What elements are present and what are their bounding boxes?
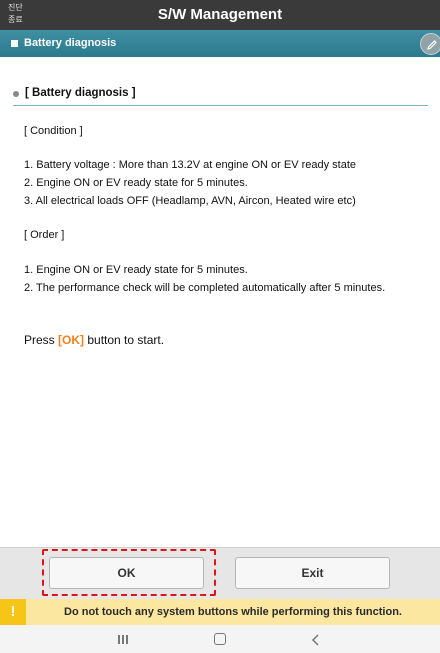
section-header-bar: Battery diagnosis [0, 30, 440, 57]
press-ok-instruction: Press [OK] button to start. [24, 333, 164, 347]
page-title: S/W Management [157, 6, 283, 23]
home-icon[interactable] [214, 633, 226, 645]
pencil-icon[interactable] [420, 33, 440, 55]
warning-text: Do not touch any system buttons while pe… [64, 606, 402, 618]
condition-item-3: 3. All electrical loads OFF (Headlamp, A… [24, 195, 356, 207]
section-title: Battery diagnosis [24, 37, 117, 49]
press-ok-highlight: [OK] [58, 333, 85, 347]
top-bar: 진단 종료 S/W Management [0, 0, 440, 30]
order-item-1: 1. Engine ON or EV ready state for 5 min… [24, 264, 248, 276]
section-square-icon [11, 40, 18, 47]
order-item-2: 2. The performance check will be complet… [24, 282, 386, 294]
system-nav-bar [0, 625, 440, 653]
press-suffix: button to start. [84, 333, 165, 347]
recent-apps-icon[interactable] [116, 633, 130, 645]
ok-button[interactable]: OK [49, 557, 204, 589]
order-label: [ Order ] [24, 229, 65, 241]
condition-label: [ Condition ] [24, 125, 83, 137]
condition-item-1: 1. Battery voltage : More than 13.2V at … [24, 159, 357, 171]
exit-button[interactable]: Exit [235, 557, 390, 589]
content-header: [ Battery diagnosis ] [13, 86, 428, 106]
content-title: [ Battery diagnosis ] [25, 87, 136, 99]
press-prefix: Press [24, 333, 59, 347]
back-icon[interactable] [310, 633, 322, 646]
bullet-icon [13, 91, 19, 97]
warning-icon: ! [0, 599, 26, 625]
condition-item-2: 2. Engine ON or EV ready state for 5 min… [24, 177, 248, 189]
warning-bar: ! Do not touch any system buttons while … [0, 599, 440, 625]
